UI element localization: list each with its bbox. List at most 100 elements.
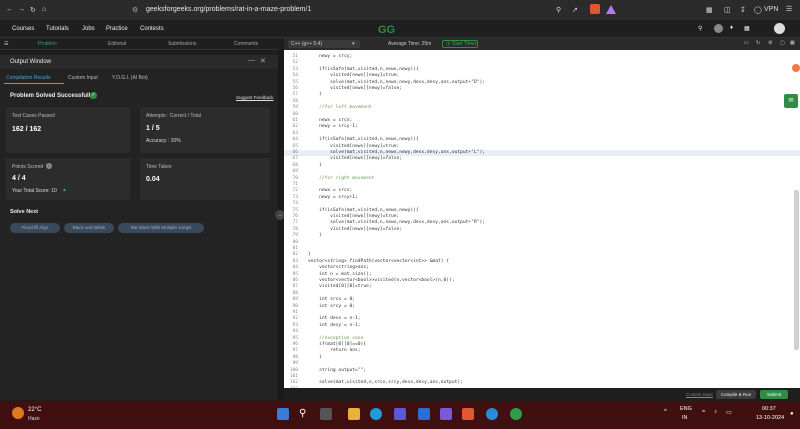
tab-underline (4, 83, 64, 84)
grid-icon[interactable]: ▦ (744, 25, 750, 32)
reset-icon[interactable]: ↻ (756, 40, 760, 46)
minimize-icon[interactable]: — (248, 57, 255, 64)
url-bar[interactable]: geeksforgeeks.org/problems/rat-in-a-maze… (146, 6, 311, 13)
brave-icon[interactable] (462, 408, 474, 420)
vpn-label[interactable]: VPN (764, 6, 778, 13)
wallet-icon[interactable]: ◫ (724, 6, 731, 14)
store-icon[interactable] (418, 408, 430, 420)
share-icon[interactable]: ↗ (572, 6, 578, 14)
rewards-icon[interactable] (606, 5, 616, 14)
scrollbar[interactable] (794, 190, 799, 350)
temperature: 22°C (28, 407, 42, 413)
language-select[interactable]: C++ (g++ 5.4) ▾ (288, 40, 360, 48)
gfg-logo-icon[interactable]: GG (378, 23, 416, 35)
download-icon[interactable]: ↧ (740, 6, 746, 14)
tab-custom-input[interactable]: Custom Input (68, 75, 98, 81)
weather-icon[interactable] (12, 407, 24, 419)
svg-text:GG: GG (378, 24, 395, 35)
next-problem-1[interactable]: Flood fill Algo (10, 223, 60, 233)
back-icon[interactable]: ← (6, 6, 13, 13)
tab-compilation-results[interactable]: Compilation Results (6, 75, 50, 81)
brave-shield-icon[interactable] (590, 4, 600, 14)
tab-problem[interactable]: Problem (38, 41, 57, 47)
attempts-card: Attempts : Correct / Total 1 / 5 Accurac… (140, 107, 270, 153)
shield-icon[interactable]: ◯ (754, 6, 762, 14)
chevron-up-icon[interactable]: ^ (664, 409, 667, 415)
tests-card: Test Cases Passed 162 / 162 (6, 107, 130, 153)
lang-code[interactable]: ENG (680, 406, 692, 412)
taskbar: 22°C Haze ⚲ ^ ENG IN ≈ ♪ ▭ 00:37 13-10-2… (0, 401, 800, 429)
settings-icon[interactable]: ⚙ (768, 40, 772, 46)
notification-icon[interactable]: ● (790, 411, 794, 417)
windows-start-icon[interactable] (277, 408, 289, 420)
start-timer-button[interactable]: ◷ Start Timer (442, 40, 478, 48)
output-window: Output Window — ✕ Compilation Results Cu… (0, 55, 278, 400)
menu-icon[interactable]: ☰ (786, 5, 792, 13)
editor-bottom-bar: Custom Input Compile & Run Submit (284, 388, 800, 400)
edge-icon[interactable] (370, 408, 382, 420)
problem-tabs: ☰ Problem Editorial Submissions Comments (0, 38, 278, 50)
close-icon[interactable]: ✕ (260, 57, 266, 65)
compile-run-button[interactable]: Compile & Run (716, 390, 756, 399)
avatar[interactable] (774, 23, 785, 34)
editor-toolbar: C++ (g++ 5.4) ▾ Average Time: 25m ◷ Star… (284, 38, 800, 50)
teams-icon[interactable] (394, 408, 406, 420)
tab-comments[interactable]: Comments (234, 41, 258, 47)
code-editor[interactable]: 51 newy = srcy; 52 53 if(isSafe(mat,visite… (284, 50, 800, 388)
nav-practice[interactable]: Practice (106, 26, 128, 32)
home-icon[interactable]: ⌂ (42, 6, 46, 13)
output-header: Output Window — ✕ (0, 55, 278, 69)
nav-courses[interactable]: Courses (12, 26, 34, 32)
chevron-down-icon: ▾ (352, 41, 355, 47)
search-icon[interactable]: ⚲ (698, 25, 702, 32)
copy-icon[interactable]: ▭ (744, 40, 749, 46)
next-problem-2[interactable]: Black and White (64, 223, 114, 233)
status-text: Problem Solved Successfully (10, 93, 94, 99)
wifi-icon[interactable]: ≈ (702, 409, 705, 415)
clock-time[interactable]: 00:37 (762, 406, 776, 412)
hamburger-icon[interactable]: ☰ (4, 41, 8, 47)
reload-icon[interactable]: ↻ (30, 6, 36, 14)
tests-label: Test Cases Passed (12, 113, 55, 119)
site-info-icon[interactable]: ⚙ (132, 6, 138, 14)
nav-jobs[interactable]: Jobs (82, 26, 95, 32)
language-value: C++ (g++ 5.4) (291, 41, 323, 47)
file-explorer-icon[interactable] (348, 408, 360, 420)
extensions-icon[interactable]: ▦ (706, 6, 713, 14)
forward-icon[interactable]: → (18, 6, 25, 13)
start-timer-label: Start Timer (452, 41, 477, 47)
tab-editorial[interactable]: Editorial (108, 41, 126, 47)
task-view-icon[interactable] (320, 408, 332, 420)
volume-icon[interactable]: ♪ (714, 409, 717, 415)
fullscreen-icon[interactable]: ▢ (780, 40, 785, 46)
time-label: Time Taken (146, 164, 172, 170)
tab-submissions[interactable]: Submissions (168, 41, 196, 47)
clock-date: 13-10-2024 (756, 415, 785, 421)
region-code: IN (682, 415, 688, 421)
battery-icon[interactable]: ▭ (726, 409, 732, 416)
points-card: Points Scored i 4 / 4 Your Total Score: … (6, 158, 130, 200)
theme-icon[interactable] (714, 24, 723, 33)
search-icon[interactable]: ⚲ (556, 6, 561, 14)
zoom-icon[interactable] (486, 408, 498, 420)
tab-yogi[interactable]: Y.O.G.I. (AI Bot) (112, 75, 148, 81)
nav-contests[interactable]: Contests (140, 26, 164, 32)
chat-app-icon[interactable] (440, 408, 452, 420)
attempts-label: Attempts : Correct / Total (146, 113, 201, 119)
whatsapp-icon[interactable] (510, 408, 522, 420)
nav-tutorials[interactable]: Tutorials (46, 26, 69, 32)
info-icon[interactable]: i (46, 163, 52, 169)
custom-input-link[interactable]: Custom Input (686, 392, 713, 397)
timer-icon: ◷ (446, 41, 451, 47)
next-problem-3[interactable]: Rat Maze With Multiple Jumps (118, 223, 204, 233)
accuracy-text: Accuracy : 20% (146, 138, 181, 144)
bell-icon[interactable]: ♦ (730, 25, 733, 31)
submit-button[interactable]: Submit (760, 390, 788, 399)
floating-orange-icon[interactable] (792, 64, 800, 72)
time-value: 0.04 (146, 176, 160, 183)
search-icon[interactable]: ⚲ (299, 408, 311, 420)
suggest-feedback-link[interactable]: Suggest Feedback (236, 95, 274, 100)
split-icon[interactable]: ▦ (790, 40, 795, 46)
chat-icon[interactable]: ✉ (784, 94, 798, 108)
browser-bar: ← → ↻ ⌂ ⚙ geeksforgeeks.org/problems/rat… (0, 0, 800, 20)
